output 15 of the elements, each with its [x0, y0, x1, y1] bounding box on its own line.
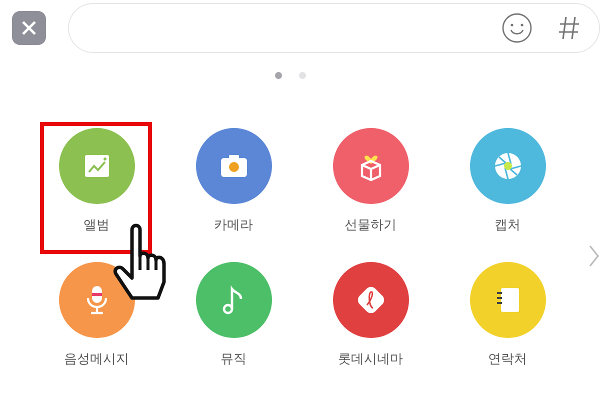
attachment-menu-item[interactable]: 뮤직	[165, 262, 302, 368]
attachment-menu-item[interactable]: 앨범	[28, 128, 165, 234]
smiley-icon	[501, 12, 533, 44]
close-button[interactable]	[12, 11, 46, 45]
hashtag-button[interactable]	[557, 14, 581, 42]
hash-icon	[557, 14, 581, 42]
attachment-menu-item[interactable]: 선물하기	[302, 128, 439, 234]
emoji-button[interactable]	[501, 12, 533, 44]
attachment-menu-item[interactable]: 카메라	[165, 128, 302, 234]
next-page-chevron-icon[interactable]	[588, 244, 600, 268]
attachment-menu-item[interactable]: 연락처	[439, 262, 576, 368]
attachment-menu-item[interactable]: 캡처	[439, 128, 576, 234]
close-icon	[20, 19, 38, 37]
message-input-field[interactable]	[68, 3, 600, 53]
attachment-menu-item[interactable]: 롯데시네마	[302, 262, 439, 368]
